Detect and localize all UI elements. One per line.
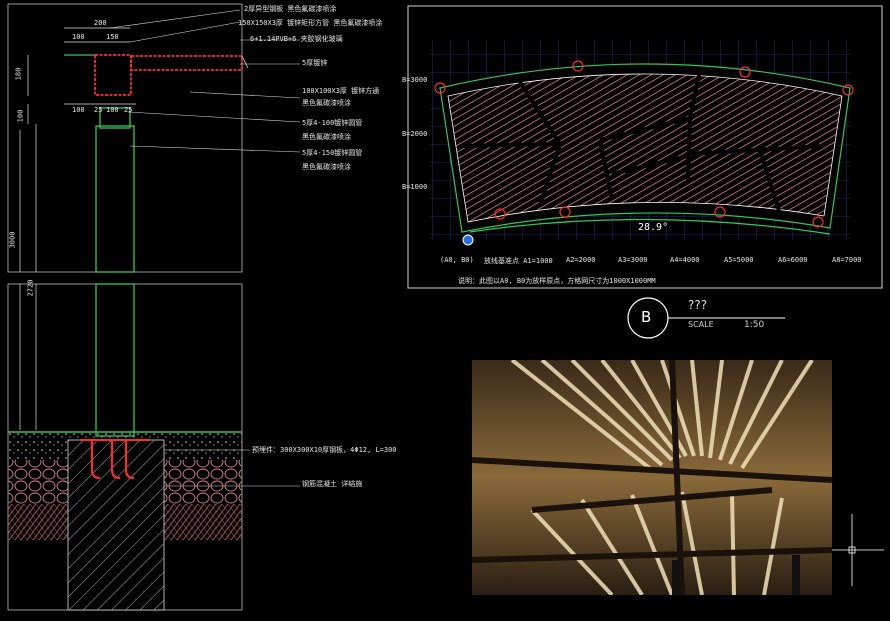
label-embedded-plate: 预埋件：300X300X10厚钢板，4Φ12, L=300: [252, 446, 397, 454]
row-label-b1000: B=1000: [402, 183, 428, 191]
section-frame-top: [7, 3, 243, 273]
col-label-a3: A3=3000: [618, 256, 648, 264]
label-steel-plate: 2厚异型钢板 黑色氟碳漆喷涂: [244, 5, 337, 13]
label-round-tube-150: 5厚4-150镀锌圆管: [302, 149, 363, 157]
dim-100-c: 100: [16, 109, 25, 123]
dim-180: 180: [14, 67, 23, 81]
col-label-a5: A5=5000: [724, 256, 754, 264]
row-label-b2000: B=2000: [402, 130, 428, 138]
concrete-footing: [68, 440, 164, 610]
col-label-a2: A2=2000: [566, 256, 596, 264]
col-label-a4: A4=4000: [670, 256, 700, 264]
dim-25-b: 25: [124, 106, 133, 114]
label-paint-3: 黑色氟碳漆喷涂: [302, 163, 351, 171]
beam-outline: [94, 54, 243, 96]
dim-100-a: 100: [72, 106, 85, 114]
label-concrete: 钢筋混凝土 详结施: [302, 480, 363, 488]
col-label-a6: A6=6000: [778, 256, 808, 264]
label-round-tube-100: 5厚4-100镀锌圆管: [302, 119, 363, 127]
dim-3000: 3000: [8, 231, 17, 249]
canopy-photo-image: [472, 360, 832, 595]
label-square-channel: 100X100X3厚 镀锌方通: [302, 87, 380, 95]
dimension-lines: [19, 27, 136, 430]
dim-100-b: 100: [106, 106, 119, 114]
dim-150: 150: [106, 33, 119, 41]
title-letter: B: [641, 308, 652, 326]
col-label-a8: A8=7000: [832, 256, 862, 264]
origin-marker: [462, 234, 474, 246]
label-square-tube: 150X150X3厚 镀锌矩形方管 黑色氟碳漆喷涂: [238, 19, 383, 27]
dim-2720: 2720: [26, 279, 35, 297]
dim-200: 200: [94, 19, 107, 27]
dim-25-a: 25: [94, 106, 103, 114]
leader-lines: [90, 9, 301, 487]
scale-label: SCALE: [688, 320, 714, 329]
col-label-a1: 放线基准点 A1=1000: [484, 257, 553, 265]
angle-label: 28.9°: [638, 222, 669, 233]
row-label-b3000: B=3000: [402, 76, 428, 84]
plan-note: 说明：此图以A0, B0为放样原点，方格网尺寸为1000X1000MM: [458, 277, 656, 285]
dim-100-top: 100: [72, 33, 85, 41]
label-paint-2: 黑色氟碳漆喷涂: [302, 133, 351, 141]
scale-value: 1:50: [744, 320, 765, 330]
label-paint-1: 黑色氟碳漆喷涂: [302, 99, 351, 107]
col-label-origin: (A0, B0): [440, 256, 474, 264]
label-galvanized: 5厚镀锌: [302, 59, 328, 67]
canopy-photo: [472, 360, 832, 595]
label-glass: 6+1.14PVB+6 夹胶钢化玻璃: [250, 35, 343, 43]
title-text: ???: [688, 298, 708, 312]
